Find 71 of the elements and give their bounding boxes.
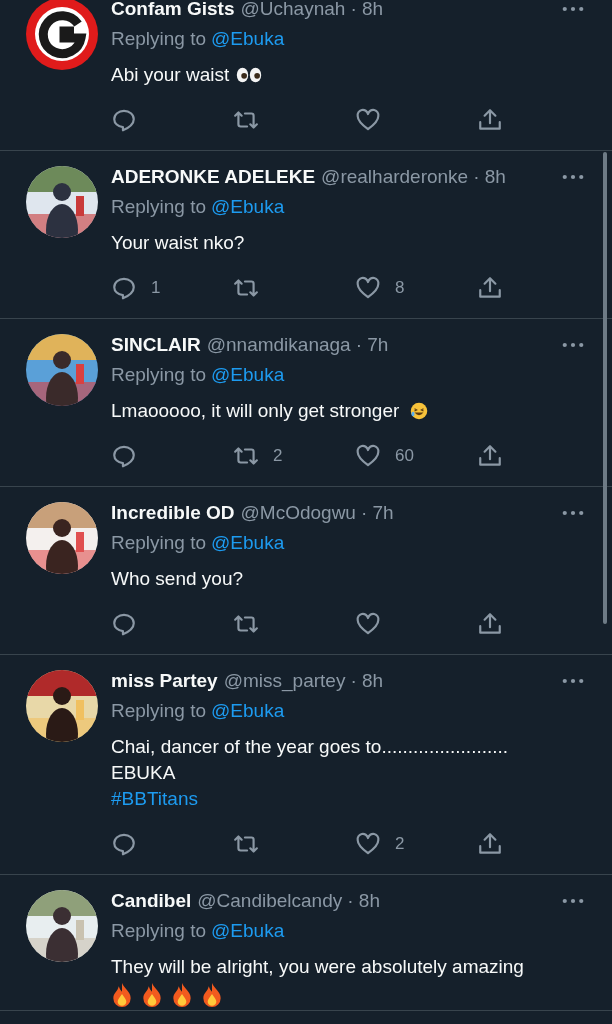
tweet-text: Abi your waist [111,63,230,87]
reply-icon[interactable] [111,107,137,133]
like-count: 2 [395,834,405,854]
user-handle[interactable]: @realharderonke [321,166,469,188]
reply-icon[interactable] [111,443,137,469]
tweet-time: · 8h [350,0,384,20]
like-icon[interactable] [355,275,381,301]
mention-link[interactable]: @Ebuka [211,28,285,49]
more-icon[interactable] [562,6,584,12]
share-icon[interactable] [477,611,503,637]
user-handle[interactable]: @miss_partey [223,670,346,692]
more-icon[interactable] [562,898,584,904]
tweet-text: Your waist nko? [111,231,245,255]
tweet-text: They will be alright, you were absolutely amazing [111,955,524,979]
tweet-time: · 8h [473,166,506,188]
mention-link[interactable]: @Ebuka [211,196,285,217]
user-handle[interactable]: @McOdogwu [240,502,356,524]
tweet-text: EBUKA [111,761,176,785]
reply-icon[interactable] [111,611,137,637]
like-icon[interactable] [355,107,381,133]
scrollbar[interactable] [603,152,607,624]
reply-count: 1 [151,278,161,298]
fire-emoji-icon [201,982,223,1008]
fire-emoji-icon [141,982,163,1008]
more-icon[interactable] [562,510,584,516]
replying-label: Replying to [111,364,207,385]
user-handle[interactable]: @nnamdikanaga [206,334,351,356]
user-name[interactable]: ADERONKE ADELEKE [111,166,316,188]
avatar-logo-icon[interactable] [26,0,98,70]
fire-emoji-icon [111,982,133,1008]
tweet-text: Chai, dancer of the year goes to........................ [111,735,509,759]
user-handle[interactable]: @Uchaynah [240,0,346,20]
tweet-time: · 7h [355,334,389,356]
mention-link[interactable]: @Ebuka [211,700,285,721]
share-icon[interactable] [477,443,503,469]
like-icon[interactable] [355,443,381,469]
more-icon[interactable] [562,174,584,180]
replying-label: Replying to [111,196,207,217]
tweet-time: · 7h [360,502,394,524]
fire-emoji-icon [171,982,193,1008]
like-icon[interactable] [355,831,381,857]
replying-label: Replying to [111,920,207,941]
user-name[interactable]: SINCLAIR [111,334,201,356]
user-name[interactable]: Confam Gists [111,0,235,20]
tweet-text: Lmaooooo, it will only get stronger [111,399,400,423]
retweet-count: 2 [273,446,283,466]
more-icon[interactable] [562,342,584,348]
user-name[interactable]: Incredible OD [111,502,235,524]
replying-label: Replying to [111,532,207,553]
mention-link[interactable]: @Ebuka [211,364,285,385]
hashtag-link[interactable]: #BBTitans [111,786,198,812]
tweet-time: · 8h [347,890,380,912]
reply-icon[interactable] [111,831,137,857]
eyes-emoji-icon [236,66,263,84]
share-icon[interactable] [477,275,503,301]
mention-link[interactable]: @Ebuka [211,532,285,553]
tweet-text: Who send you? [111,567,244,591]
reply-icon[interactable] [111,275,137,301]
like-icon[interactable] [355,611,381,637]
tweet-time: · 8h [350,670,384,692]
user-name[interactable]: miss Partey [111,670,218,692]
replying-label: Replying to [111,28,207,49]
share-icon[interactable] [477,107,503,133]
user-name[interactable]: Candibel [111,890,192,912]
like-count: 60 [395,446,414,466]
share-icon[interactable] [477,831,503,857]
more-icon[interactable] [562,678,584,684]
mention-link[interactable]: @Ebuka [211,920,285,941]
like-count: 8 [395,278,405,298]
replying-label: Replying to [111,700,207,721]
user-handle[interactable]: @Candibelcandy [197,890,343,912]
